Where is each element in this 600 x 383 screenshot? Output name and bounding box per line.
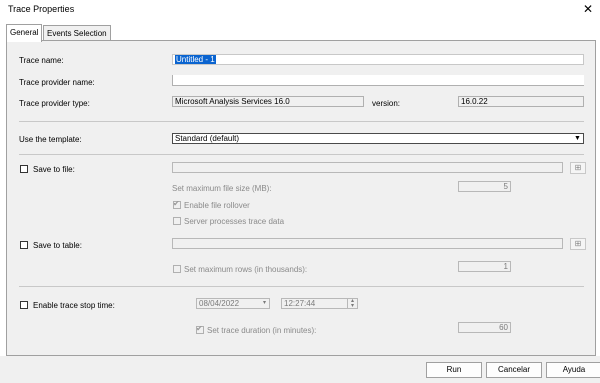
close-icon[interactable]: ✕ bbox=[580, 2, 596, 16]
browse-icon[interactable]: ⊞ bbox=[570, 162, 586, 174]
trace-name-label: Trace name: bbox=[19, 56, 64, 65]
version-value: 16.0.22 bbox=[461, 97, 488, 106]
stop-time-checkbox[interactable] bbox=[20, 301, 28, 309]
template-select[interactable]: Standard (default) ▼ bbox=[172, 133, 584, 144]
trace-provider-type-value: Microsoft Analysis Services 16.0 bbox=[175, 97, 290, 106]
check-icon: ✔ bbox=[173, 199, 180, 208]
title-bar: Trace Properties ✕ bbox=[0, 0, 600, 20]
server-processes-checkbox[interactable] bbox=[173, 217, 181, 225]
divider bbox=[19, 154, 584, 155]
tab-general[interactable]: General bbox=[6, 24, 43, 42]
save-to-table-input[interactable] bbox=[172, 238, 563, 249]
run-button[interactable]: Run bbox=[426, 362, 482, 378]
version-field: 16.0.22 bbox=[458, 96, 584, 107]
tab-events-selection[interactable]: Events Selection bbox=[43, 25, 111, 41]
divider bbox=[19, 286, 584, 287]
template-label: Use the template: bbox=[19, 135, 82, 144]
max-rows-label: Set maximum rows (in thousands): bbox=[184, 265, 308, 274]
max-rows-value: 1 bbox=[503, 262, 508, 271]
duration-value: 60 bbox=[499, 323, 508, 332]
trace-name-input[interactable]: Untitled - 1 bbox=[172, 54, 584, 65]
server-processes-label: Server processes trace data bbox=[184, 217, 285, 226]
trace-name-value: Untitled - 1 bbox=[175, 55, 216, 64]
cancel-button[interactable]: Cancelar bbox=[486, 362, 542, 378]
stop-time-input[interactable]: 12:27:44 ▴ ▾ bbox=[281, 298, 358, 309]
trace-provider-name-field bbox=[172, 75, 584, 86]
save-to-table-checkbox[interactable] bbox=[20, 241, 28, 249]
save-to-file-checkbox[interactable] bbox=[20, 165, 28, 173]
duration-label: Set trace duration (in minutes): bbox=[207, 326, 317, 335]
duration-checkbox[interactable]: ✔ bbox=[196, 324, 204, 334]
max-file-size-value: 5 bbox=[503, 182, 508, 191]
max-rows-input[interactable]: 1 bbox=[458, 261, 511, 272]
chevron-down-icon[interactable]: ▼ bbox=[573, 135, 582, 142]
divider bbox=[19, 121, 584, 122]
template-selected-value: Standard (default) bbox=[175, 134, 240, 143]
max-rows-checkbox[interactable] bbox=[173, 265, 181, 273]
browse-icon[interactable]: ⊞ bbox=[570, 238, 586, 250]
version-label: version: bbox=[372, 99, 401, 108]
save-to-file-label: Save to file: bbox=[33, 165, 75, 174]
max-file-size-input[interactable]: 5 bbox=[458, 181, 511, 192]
window-title: Trace Properties bbox=[8, 4, 75, 14]
save-to-file-path-input[interactable] bbox=[172, 162, 563, 173]
stop-date-value: 08/04/2022 bbox=[199, 299, 240, 308]
stop-time-value: 12:27:44 bbox=[284, 299, 316, 308]
enable-rollover-checkbox[interactable]: ✔ bbox=[173, 199, 181, 209]
trace-provider-name-label: Trace provider name: bbox=[19, 78, 95, 87]
stop-time-label: Enable trace stop time: bbox=[33, 301, 115, 310]
chevron-down-icon[interactable]: ▾ bbox=[260, 299, 269, 308]
max-file-size-label: Set maximum file size (MB): bbox=[172, 184, 272, 193]
save-to-table-label: Save to table: bbox=[33, 241, 82, 250]
spin-icon[interactable]: ▴ ▾ bbox=[347, 299, 357, 308]
trace-provider-type-label: Trace provider type: bbox=[19, 99, 90, 108]
check-icon: ✔ bbox=[196, 324, 203, 333]
stop-date-picker[interactable]: 08/04/2022 ▾ bbox=[196, 298, 270, 309]
enable-rollover-label: Enable file rollover bbox=[184, 201, 250, 210]
duration-input[interactable]: 60 bbox=[458, 322, 511, 333]
trace-provider-type-field: Microsoft Analysis Services 16.0 bbox=[172, 96, 364, 107]
help-button[interactable]: Ayuda bbox=[546, 362, 600, 378]
